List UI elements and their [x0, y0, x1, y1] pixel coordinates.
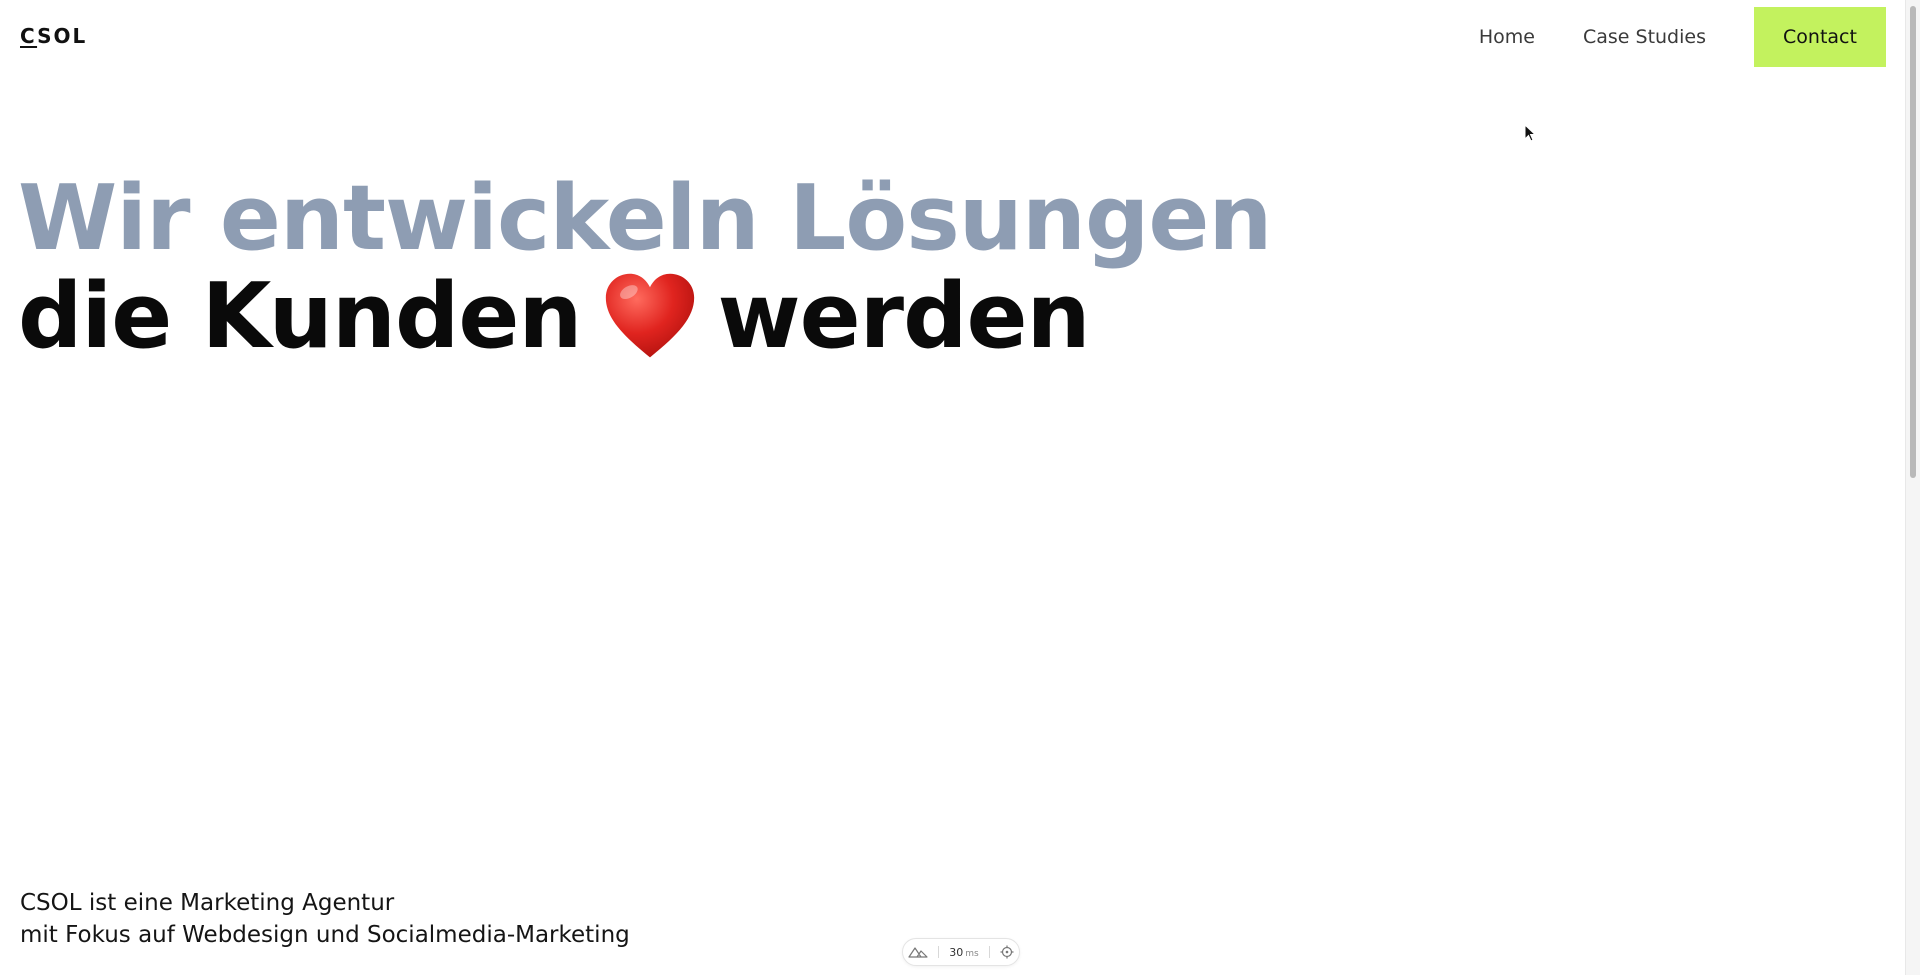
nav-home-link[interactable]: Home [1479, 26, 1535, 48]
heart-icon [605, 273, 694, 358]
devbar-separator [938, 946, 940, 958]
intro-line-2: mit Fokus auf Webdesign und Socialmedia-… [20, 922, 630, 948]
dev-toolbar: 30 ms [902, 938, 1020, 966]
page: CSOL Home Case Studies Contact Wir entwi… [0, 0, 1920, 975]
contact-button[interactable]: Contact [1754, 7, 1886, 67]
page-scrollbar[interactable] [1905, 0, 1920, 975]
scrollbar-thumb[interactable] [1910, 6, 1916, 478]
target-icon[interactable] [1000, 945, 1014, 959]
hero-line-2: die Kunden werden [18, 268, 1271, 366]
hero-line-2-end: werden [717, 264, 1091, 369]
intro-line-1: CSOL ist eine Marketing Agentur [20, 890, 395, 916]
logo-first-letter: C [20, 24, 38, 48]
hero-headline: Wir entwickeln Lösungen die Kunden werde… [18, 166, 1272, 366]
hero-line-1: Wir entwickeln Lösungen [18, 166, 1272, 271]
mouse-cursor-icon [1524, 124, 1536, 142]
devbar-separator [988, 946, 990, 958]
nuxt-icon[interactable] [908, 946, 928, 958]
site-header: CSOL Home Case Studies Contact [0, 0, 1906, 74]
logo-rest: SOL [37, 24, 88, 48]
agency-intro: CSOL ist eine Marketing Agentur mit Foku… [20, 887, 630, 951]
nav-case-studies-link[interactable]: Case Studies [1583, 26, 1706, 48]
hero-line-2-start: die Kunden [18, 264, 582, 369]
timing-unit: ms [965, 948, 979, 959]
main-nav: Home Case Studies Contact [1479, 7, 1886, 67]
render-timing[interactable]: 30 ms [949, 946, 978, 959]
timing-value: 30 [949, 945, 964, 959]
logo[interactable]: CSOL [20, 24, 87, 48]
